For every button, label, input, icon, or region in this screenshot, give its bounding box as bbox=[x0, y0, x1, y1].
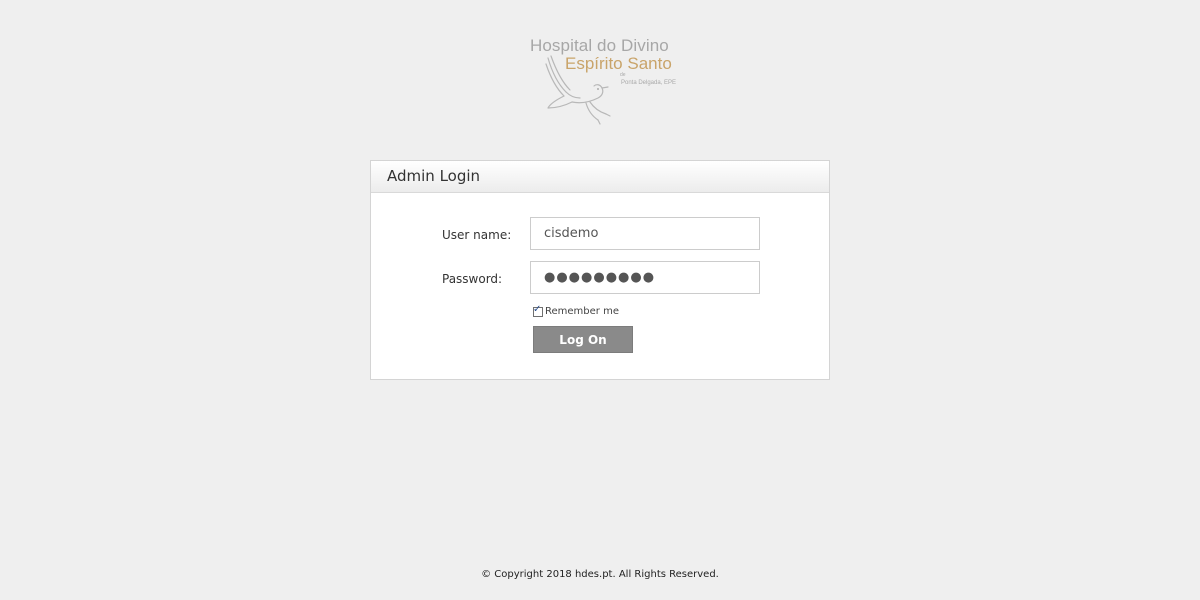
logo-de-text: de bbox=[620, 72, 626, 78]
remember-me-label[interactable]: Remember me bbox=[545, 306, 619, 317]
remember-me-checkbox[interactable]: ✓ bbox=[533, 303, 543, 317]
password-label: Password: bbox=[442, 272, 503, 286]
password-input[interactable] bbox=[530, 261, 760, 294]
username-label: User name: bbox=[442, 228, 512, 242]
logo-title-line2: Espírito Santo bbox=[565, 54, 672, 73]
panel-title: Admin Login bbox=[387, 167, 481, 185]
remember-me: ✓ Remember me bbox=[533, 303, 619, 317]
checkmark-icon: ✓ bbox=[533, 303, 542, 315]
copyright-footer: © Copyright 2018 hdes.pt. All Rights Res… bbox=[481, 569, 719, 580]
logo-title-line1: Hospital do Divino bbox=[530, 36, 669, 55]
username-input[interactable] bbox=[530, 217, 760, 250]
panel-header: Admin Login bbox=[371, 161, 829, 193]
log-on-button[interactable]: Log On bbox=[533, 326, 633, 353]
hospital-logo: Hospital do Divino Espírito Santo de Pon… bbox=[528, 34, 678, 126]
login-panel: Admin Login User name: Password: ✓ Remem… bbox=[370, 160, 830, 380]
logo-location-text: Ponta Delgada, EPE bbox=[621, 80, 677, 86]
login-page: Hospital do Divino Espírito Santo de Pon… bbox=[0, 0, 1200, 600]
